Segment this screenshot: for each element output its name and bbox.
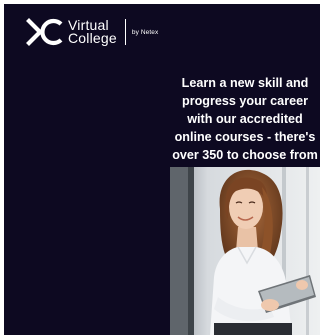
woman-with-tablet-image — [170, 167, 320, 335]
ad-banner[interactable]: Virtual College by Netex Learn a new ski… — [4, 4, 320, 335]
brand-name: Virtual College — [68, 18, 117, 46]
hero-headline: Learn a new skill and progress your care… — [172, 76, 318, 162]
brand-byline: by Netex — [131, 28, 159, 36]
logo-divider — [124, 19, 126, 45]
hero-photo — [170, 167, 320, 335]
virtual-college-logo-icon — [26, 18, 63, 46]
brand-name-line2: College — [68, 30, 117, 46]
brand-logo[interactable]: Virtual College by Netex — [26, 16, 158, 48]
